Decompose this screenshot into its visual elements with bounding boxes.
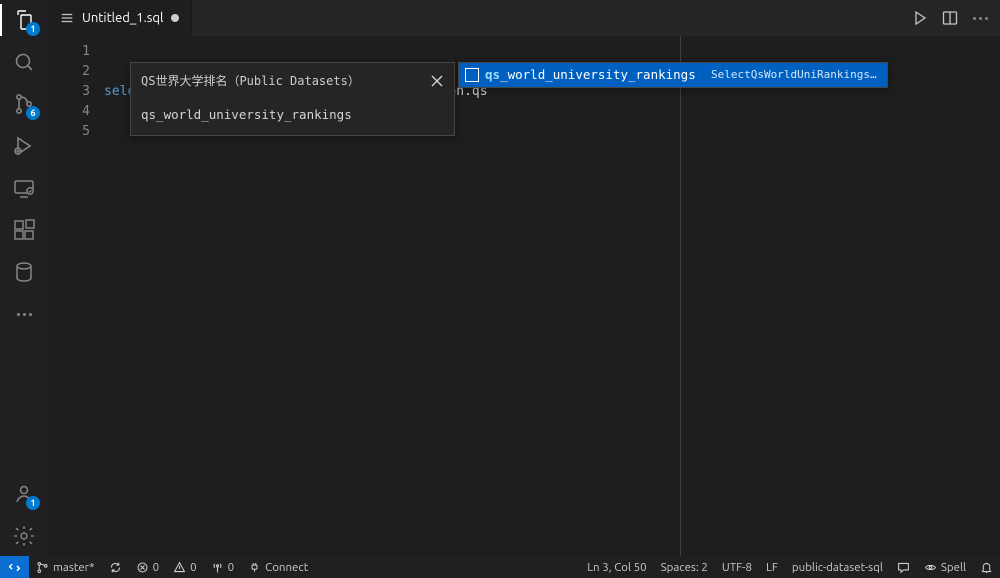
line-number: 2 — [48, 62, 90, 82]
editor-area: Untitled_1.sql 1 2 3 4 5 — [48, 0, 1000, 556]
split-editor-icon[interactable] — [942, 10, 958, 26]
code-editor[interactable]: 1 2 3 4 5 select * from bigdata_public_d… — [48, 36, 1000, 556]
tab-title: Untitled_1.sql — [82, 11, 163, 25]
file-lines-icon — [60, 11, 74, 25]
extensions-icon[interactable] — [10, 216, 38, 244]
explorer-icon[interactable]: 1 — [10, 6, 38, 34]
branch-name: master* — [53, 561, 95, 574]
connect-button[interactable]: Connect — [241, 556, 315, 578]
error-icon — [136, 561, 149, 574]
activity-bar: 1 6 — [0, 0, 48, 556]
accounts-icon[interactable]: 1 — [10, 480, 38, 508]
plug-icon — [248, 561, 261, 574]
scm-badge: 6 — [26, 106, 40, 120]
remote-indicator[interactable] — [0, 556, 29, 578]
accounts-badge: 1 — [26, 496, 40, 510]
eye-icon — [924, 561, 937, 574]
run-icon[interactable] — [912, 10, 928, 26]
branch-icon — [36, 561, 49, 574]
settings-gear-icon[interactable] — [10, 522, 38, 550]
more-icon[interactable] — [10, 300, 38, 328]
git-branch[interactable]: master* — [29, 556, 102, 578]
suggest-item[interactable]: qs_world_university_rankings SelectQsWor… — [459, 63, 887, 87]
run-debug-icon[interactable] — [10, 132, 38, 160]
tab-bar: Untitled_1.sql — [48, 0, 1000, 36]
dirty-indicator-icon — [171, 14, 179, 22]
indentation[interactable]: Spaces: 2 — [654, 556, 715, 578]
explorer-badge: 1 — [26, 22, 40, 36]
more-actions-icon[interactable] — [972, 10, 988, 26]
line-gutter: 1 2 3 4 5 — [48, 36, 104, 556]
line-number: 5 — [48, 122, 90, 142]
parameter-hints-popup: QS世界大学排名（Public Datasets） qs_world_unive… — [130, 62, 455, 136]
symbol-field-icon — [465, 68, 479, 82]
popup-body: qs_world_university_rankings — [131, 99, 454, 135]
warning-icon — [173, 561, 186, 574]
remote-explorer-icon[interactable] — [10, 174, 38, 202]
feedback-icon[interactable] — [890, 556, 917, 578]
language-mode[interactable]: public-dataset-sql — [785, 556, 890, 578]
suggest-label: qs_world_university_rankings — [485, 65, 696, 85]
database-icon[interactable] — [10, 258, 38, 286]
line-number: 3 — [48, 82, 90, 102]
cursor-position[interactable]: Ln 3, Col 50 — [580, 556, 653, 578]
line-number: 4 — [48, 102, 90, 122]
code-content[interactable]: select * from bigdata_public_dataset.edu… — [104, 36, 1000, 556]
popup-title: QS世界大学排名（Public Datasets） — [141, 71, 360, 91]
line-number: 1 — [48, 42, 90, 62]
source-control-icon[interactable]: 6 — [10, 90, 38, 118]
editor-actions — [900, 0, 1000, 36]
ports[interactable]: 0 — [204, 556, 242, 578]
sync-button[interactable] — [102, 556, 129, 578]
suggest-widget[interactable]: qs_world_university_rankings SelectQsWor… — [458, 62, 888, 88]
status-bar: master* 0 0 0 Connect Ln 3, Co — [0, 556, 1000, 578]
problems-warnings[interactable]: 0 — [166, 556, 204, 578]
radio-tower-icon — [211, 561, 224, 574]
search-icon[interactable] — [10, 48, 38, 76]
suggest-detail: SelectQsWorldUniRankingsTem… — [711, 65, 881, 85]
spell-checker[interactable]: Spell — [917, 556, 973, 578]
sync-icon — [109, 561, 122, 574]
notifications-icon[interactable] — [973, 556, 1000, 578]
close-icon[interactable] — [430, 74, 444, 88]
tab-untitled-sql[interactable]: Untitled_1.sql — [48, 0, 192, 36]
encoding[interactable]: UTF-8 — [715, 556, 759, 578]
editor-ruler — [680, 36, 681, 556]
problems-errors[interactable]: 0 — [129, 556, 167, 578]
eol[interactable]: LF — [759, 556, 785, 578]
